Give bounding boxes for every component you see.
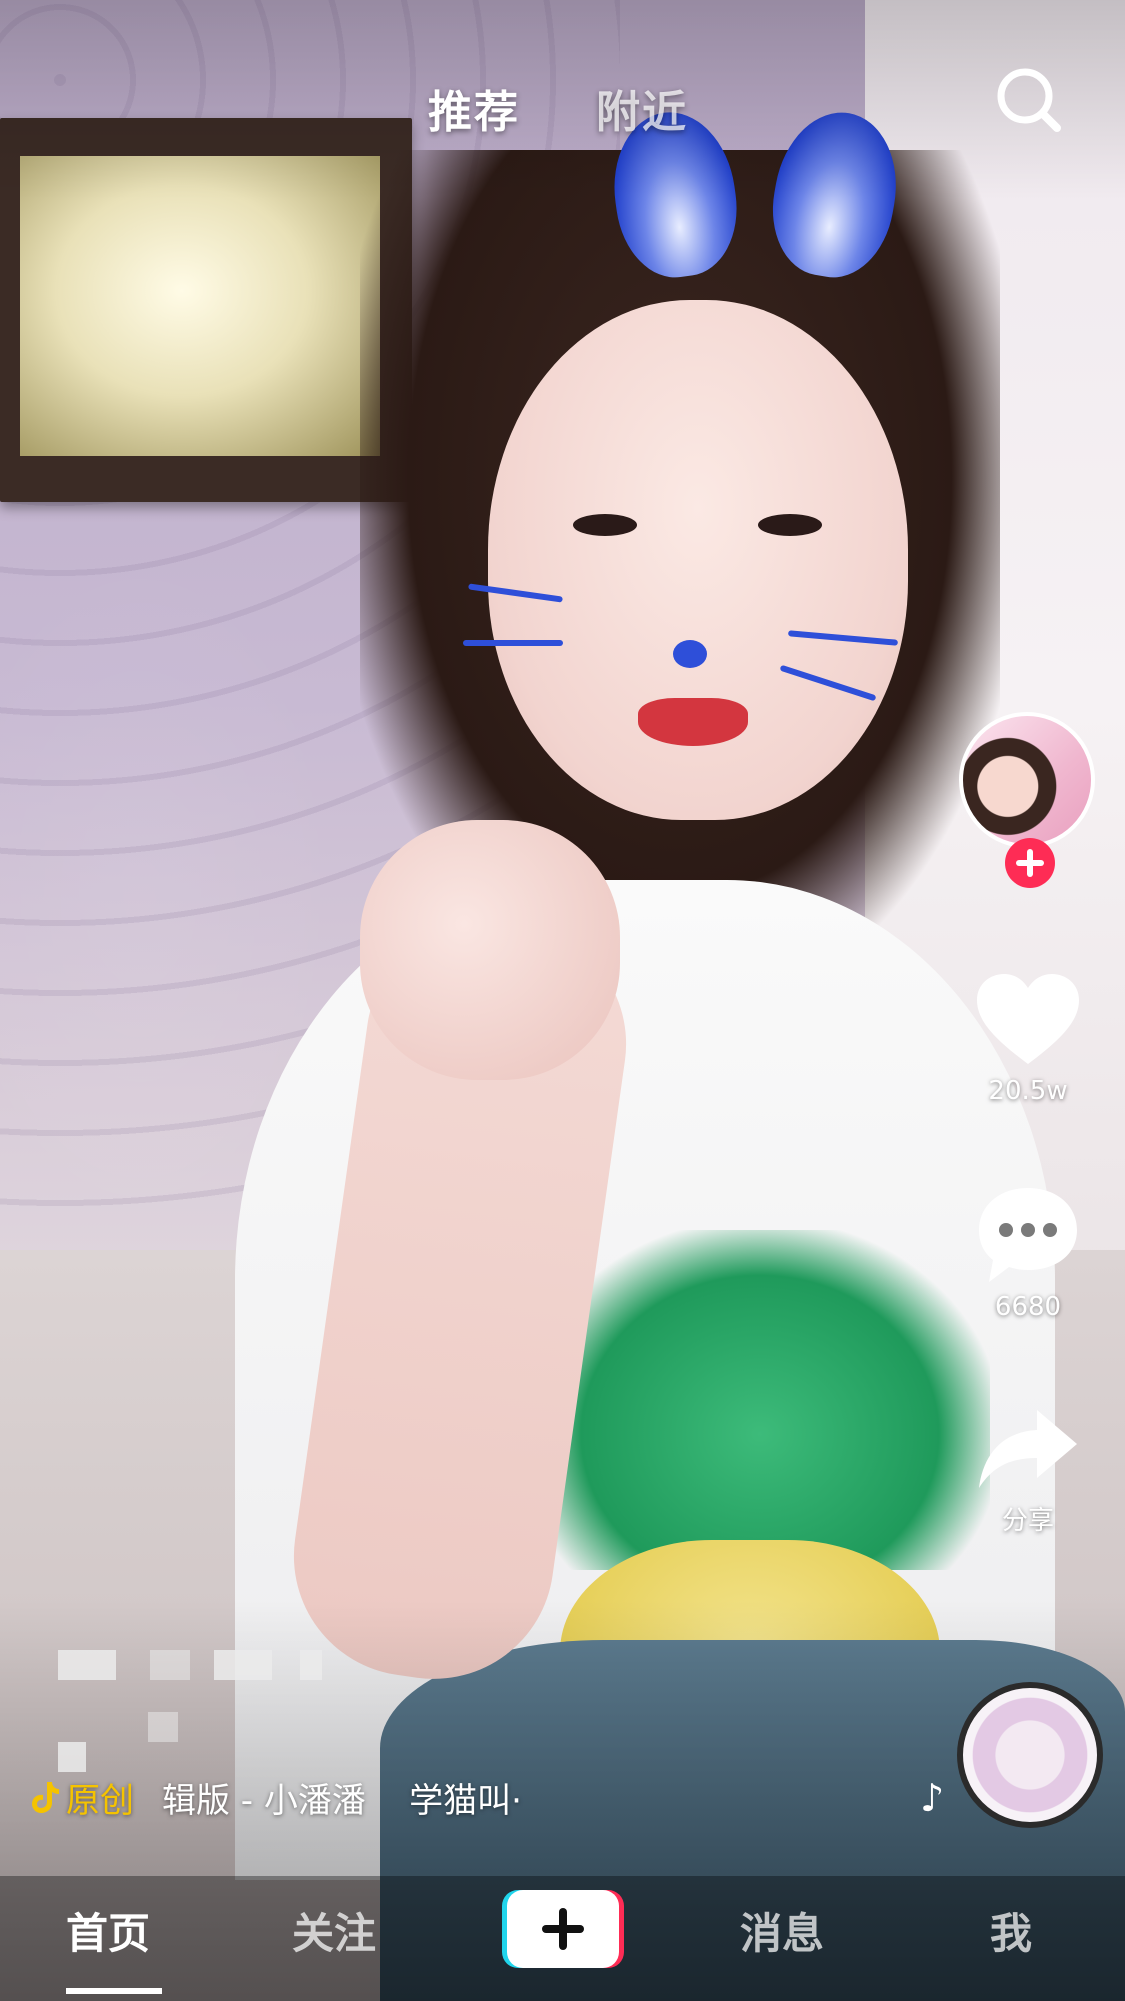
create-plus-icon — [502, 1890, 624, 1968]
plus-icon — [1016, 849, 1044, 877]
creator-avatar[interactable] — [959, 712, 1099, 888]
original-badge: 原创 — [30, 1773, 134, 1822]
tab-recommend[interactable]: 推荐 — [428, 76, 520, 140]
comment-count: 6680 — [994, 1292, 1062, 1322]
like-button[interactable]: 20.5w — [953, 970, 1103, 1106]
comment-icon — [979, 1188, 1077, 1282]
comment-button[interactable]: 6680 — [953, 1182, 1103, 1322]
tiktok-note-icon — [32, 1782, 59, 1813]
music-info[interactable]: 原创 辑版 - 小潘潘 学猫叫· — [30, 1772, 522, 1822]
nav-follow[interactable]: 关注 — [292, 1900, 376, 1961]
music-title: 辑版 - 小潘潘 学猫叫· — [162, 1780, 522, 1821]
bottom-nav: 首页 关注 消息 我 — [0, 1876, 1125, 2001]
create-button[interactable] — [500, 1886, 626, 1970]
person-fist — [360, 820, 620, 1080]
original-badge-label: 原创 — [66, 1780, 134, 1821]
share-icon — [979, 1410, 1077, 1488]
music-disc[interactable] — [957, 1682, 1103, 1828]
follow-button[interactable] — [1005, 838, 1055, 888]
person-face — [463, 300, 908, 820]
tab-nearby[interactable]: 附近 — [596, 76, 688, 140]
shirt-pineapple-leaves — [530, 1230, 990, 1570]
active-tab-indicator — [66, 1988, 162, 1994]
avatar[interactable] — [959, 712, 1095, 848]
nav-home[interactable]: 首页 — [66, 1900, 150, 1961]
nav-me[interactable]: 我 — [990, 1900, 1032, 1961]
share-button[interactable]: 分享 — [953, 1404, 1103, 1537]
music-note-icon: ♪ — [920, 1776, 945, 1820]
heart-icon — [977, 974, 1079, 1064]
search-icon[interactable] — [991, 62, 1067, 138]
share-label: 分享 — [1001, 1506, 1054, 1536]
top-tab-bar: 推荐 附近 — [0, 76, 1125, 146]
nav-messages[interactable]: 消息 — [740, 1900, 824, 1961]
like-count: 20.5w — [988, 1076, 1068, 1106]
